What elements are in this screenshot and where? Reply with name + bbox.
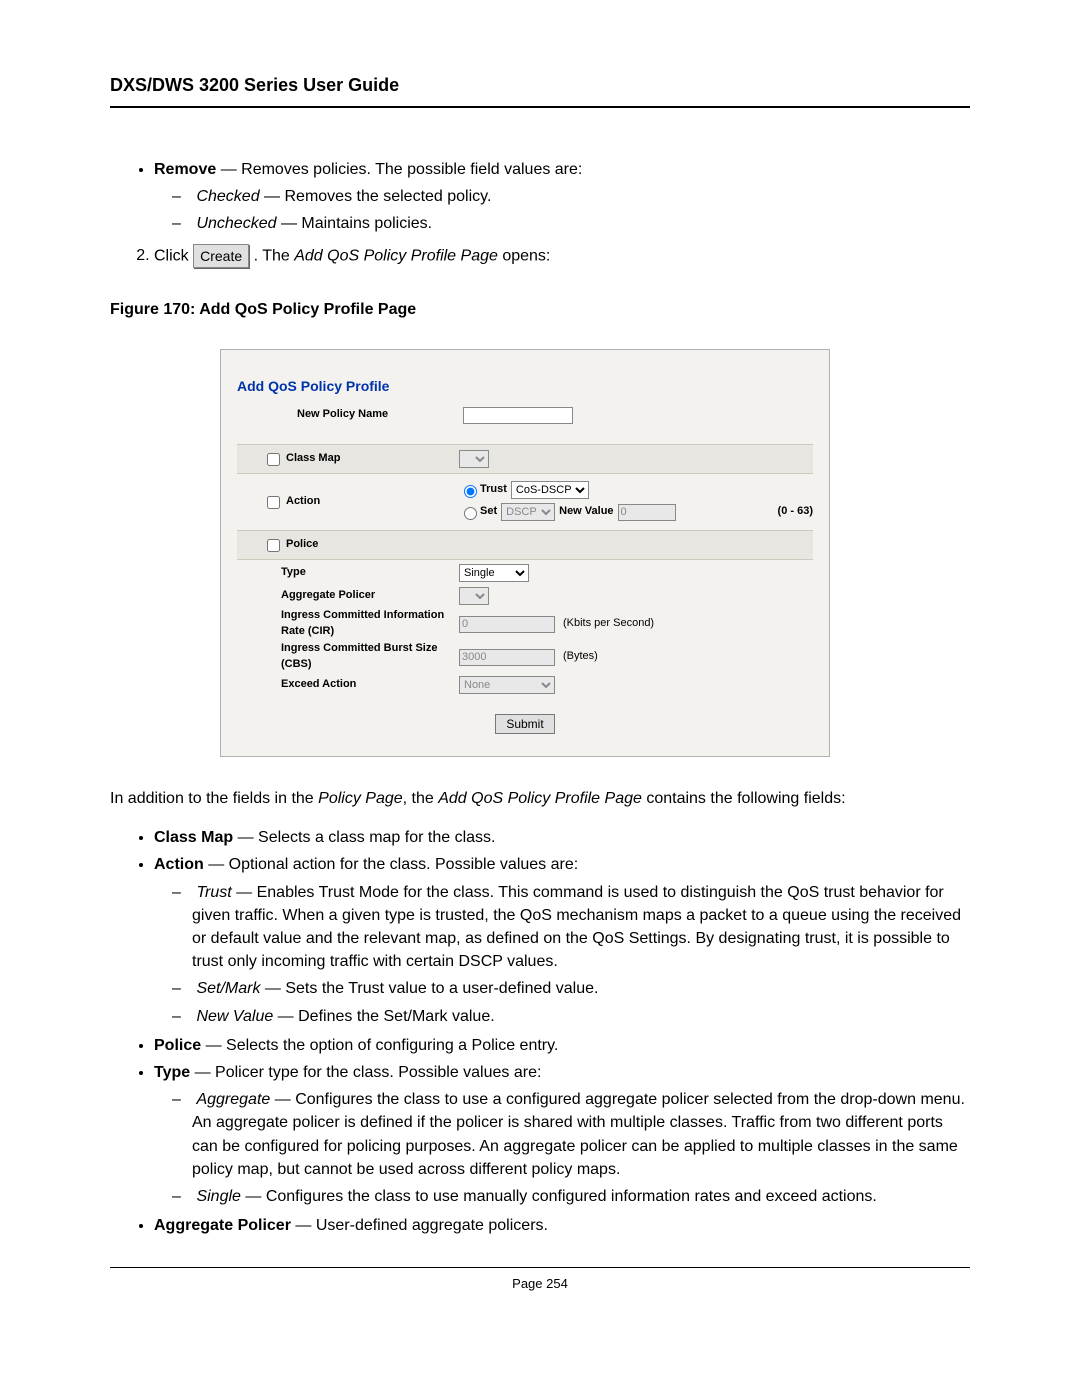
new-value-label: New Value — [559, 504, 613, 520]
trust-select[interactable]: CoS-DSCP — [511, 481, 589, 499]
sub-newvalue: New Value — Defines the Set/Mark value. — [192, 1005, 970, 1028]
submit-button[interactable]: Submit — [495, 714, 554, 734]
page-number: Page 254 — [110, 1276, 970, 1291]
class-map-label: Class Map — [286, 451, 340, 467]
remove-label: Remove — [154, 161, 216, 178]
set-label: Set — [480, 504, 497, 520]
figure-caption: Figure 170: Add QoS Policy Profile Page — [110, 298, 970, 321]
cbs-unit: (Bytes) — [563, 649, 598, 665]
remove-bullet: Remove — Removes policies. The possible … — [154, 158, 970, 236]
sub-aggregate: Aggregate — Configures the class to use … — [192, 1088, 970, 1181]
step2-em: Add QoS Policy Profile Page — [294, 247, 498, 264]
sub-setmark: Set/Mark — Sets the Trust value to a use… — [192, 977, 970, 1000]
cir-label: Ingress Committed Information Rate (CIR) — [281, 608, 459, 640]
unchecked-sub: Unchecked — Maintains policies. — [192, 212, 970, 235]
action-checkbox[interactable] — [267, 496, 280, 509]
sub-single: Single — Configures the class to use man… — [192, 1185, 970, 1208]
post-intro: In addition to the fields in the Policy … — [110, 787, 970, 810]
header-rule — [110, 106, 970, 108]
checked-desc: — Removes the selected policy. — [260, 188, 492, 205]
field-aggregate-policer: Aggregate Policer — User-defined aggrega… — [154, 1214, 970, 1237]
field-type: Type — Policer type for the class. Possi… — [154, 1061, 970, 1208]
footer-rule — [110, 1267, 970, 1268]
field-police: Police — Selects the option of configuri… — [154, 1034, 970, 1057]
cbs-input[interactable] — [459, 649, 555, 666]
step2-suffix2: opens: — [498, 247, 550, 264]
exceed-action-label: Exceed Action — [281, 677, 356, 693]
type-select[interactable]: Single — [459, 564, 529, 582]
aggregate-policer-select[interactable] — [459, 587, 489, 605]
document-header: DXS/DWS 3200 Series User Guide — [110, 75, 970, 104]
step2-prefix: Click — [154, 247, 193, 264]
create-button[interactable]: Create — [193, 244, 249, 268]
police-label: Police — [286, 537, 318, 553]
step-2: Click Create . The Add QoS Policy Profil… — [154, 244, 970, 268]
action-label: Action — [286, 494, 320, 510]
step2-suffix1: . The — [254, 247, 295, 264]
unchecked-label: Unchecked — [196, 215, 276, 232]
figure-title: Add QoS Policy Profile — [237, 376, 813, 396]
field-action: Action — Optional action for the class. … — [154, 853, 970, 1027]
cir-input[interactable] — [459, 616, 555, 633]
new-policy-input[interactable] — [463, 407, 573, 424]
cir-unit: (Kbits per Second) — [563, 616, 654, 632]
figure-box: Add QoS Policy Profile New Policy Name C… — [220, 349, 830, 757]
new-policy-label: New Policy Name — [297, 407, 433, 423]
unchecked-desc: — Maintains policies. — [277, 215, 433, 232]
set-radio[interactable] — [464, 507, 477, 520]
new-value-range: (0 - 63) — [778, 504, 813, 520]
field-class-map: Class Map — Selects a class map for the … — [154, 826, 970, 849]
checked-label: Checked — [196, 188, 259, 205]
remove-desc: — Removes policies. The possible field v… — [216, 161, 582, 178]
sub-trust: Trust — Enables Trust Mode for the class… — [192, 881, 970, 974]
new-value-input[interactable] — [618, 504, 676, 521]
type-label: Type — [281, 565, 306, 581]
class-map-checkbox[interactable] — [267, 453, 280, 466]
cbs-label: Ingress Committed Burst Size (CBS) — [281, 641, 459, 673]
set-select[interactable]: DSCP — [501, 503, 555, 521]
exceed-action-select[interactable]: None — [459, 676, 555, 694]
police-checkbox[interactable] — [267, 539, 280, 552]
trust-label: Trust — [480, 482, 507, 498]
trust-radio[interactable] — [464, 485, 477, 498]
aggregate-policer-label: Aggregate Policer — [281, 588, 375, 604]
class-map-select[interactable] — [459, 450, 489, 468]
checked-sub: Checked — Removes the selected policy. — [192, 185, 970, 208]
